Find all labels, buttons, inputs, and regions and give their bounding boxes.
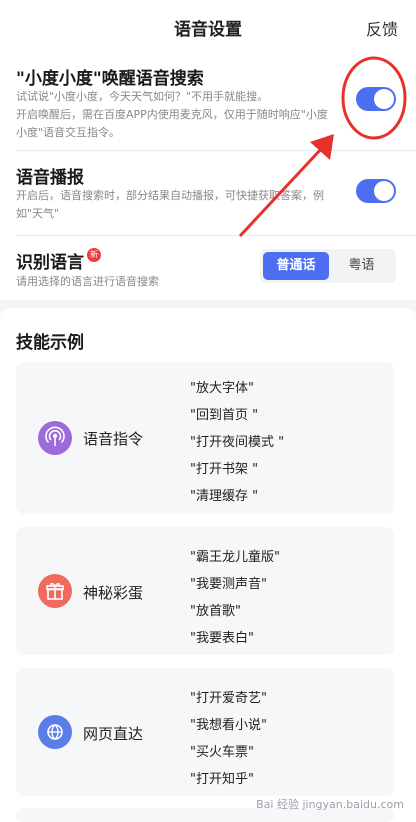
- command-text: "放大字体": [190, 381, 254, 396]
- feedback-link[interactable]: 反馈: [366, 16, 398, 40]
- command-text: "打开知乎": [190, 772, 254, 787]
- toggle-knob: [374, 181, 394, 201]
- globe-icon: [38, 715, 72, 749]
- gift-icon: [38, 574, 72, 608]
- command-text: "打开爱奇艺": [190, 691, 267, 706]
- language-desc: 请用选择的语言进行语音搜索: [16, 275, 159, 288]
- page-title: 语音设置: [174, 20, 242, 40]
- command-text: "我要测声音": [190, 577, 267, 592]
- broadcast-desc-1: 开启后，语音搜索时，部分结果自动播报，可快捷获取答案，例: [16, 189, 324, 202]
- skill-card-easter-egg: 神秘彩蛋 "霸王龙儿童版" "我要测声音" "放首歌" "我要表白": [16, 527, 394, 655]
- command-text: "买火车票": [190, 745, 254, 760]
- command-text: "打开书架 ": [190, 462, 259, 477]
- command-text: "霸王龙儿童版": [190, 550, 280, 565]
- skills-heading: 技能示例: [16, 333, 84, 353]
- skill-card-web-direct: 网页直达 "打开爱奇艺" "我想看小说" "买火车票" "打开知乎": [16, 668, 394, 796]
- skill-label: 网页直达: [83, 725, 144, 743]
- language-title: 识别语言新: [16, 248, 101, 273]
- skill-label: 神秘彩蛋: [83, 584, 144, 602]
- watermark: Bai 经验 jingyan.baidu.com: [256, 798, 404, 811]
- command-text: "放首歌": [190, 604, 241, 619]
- wake-desc-3: 小度"语音交互指令。: [16, 126, 121, 139]
- toggle-knob: [374, 89, 394, 109]
- wake-desc-1: 试试说"小度小度，今天天气如何？"不用手就能搜。: [16, 90, 269, 103]
- broadcast-toggle[interactable]: [356, 179, 396, 203]
- language-segmented-control: 普通话 粤语: [260, 249, 396, 283]
- broadcast-icon: [38, 421, 72, 455]
- top-bar: 语音设置 反馈: [0, 0, 416, 52]
- command-text: "打开夜间模式 ": [190, 435, 285, 450]
- language-option-mandarin[interactable]: 普通话: [263, 252, 329, 280]
- command-text: "回到首页 ": [190, 408, 259, 423]
- wake-toggle[interactable]: [356, 87, 396, 111]
- wake-title: "小度小度"唤醒语音搜索: [16, 69, 204, 89]
- command-text: "清理缓存 ": [190, 489, 259, 504]
- divider: [16, 235, 416, 236]
- divider: [16, 150, 416, 151]
- broadcast-title: 语音播报: [16, 168, 84, 188]
- skill-card-voice-command: 语音指令 "放大字体" "回到首页 " "打开夜间模式 " "打开书架 " "清…: [16, 362, 394, 514]
- broadcast-desc-2: 如"天气": [16, 207, 60, 220]
- command-text: "我要表白": [190, 631, 254, 646]
- command-text: "我想看小说": [190, 718, 267, 733]
- new-badge: 新: [87, 248, 101, 262]
- language-option-cantonese[interactable]: 粤语: [330, 252, 393, 280]
- wake-desc-2: 开启唤醒后，需在百度APP内使用麦克风，仅用于随时响应"小度: [16, 108, 328, 121]
- skill-label: 语音指令: [83, 430, 144, 448]
- language-title-text: 识别语言: [16, 253, 84, 273]
